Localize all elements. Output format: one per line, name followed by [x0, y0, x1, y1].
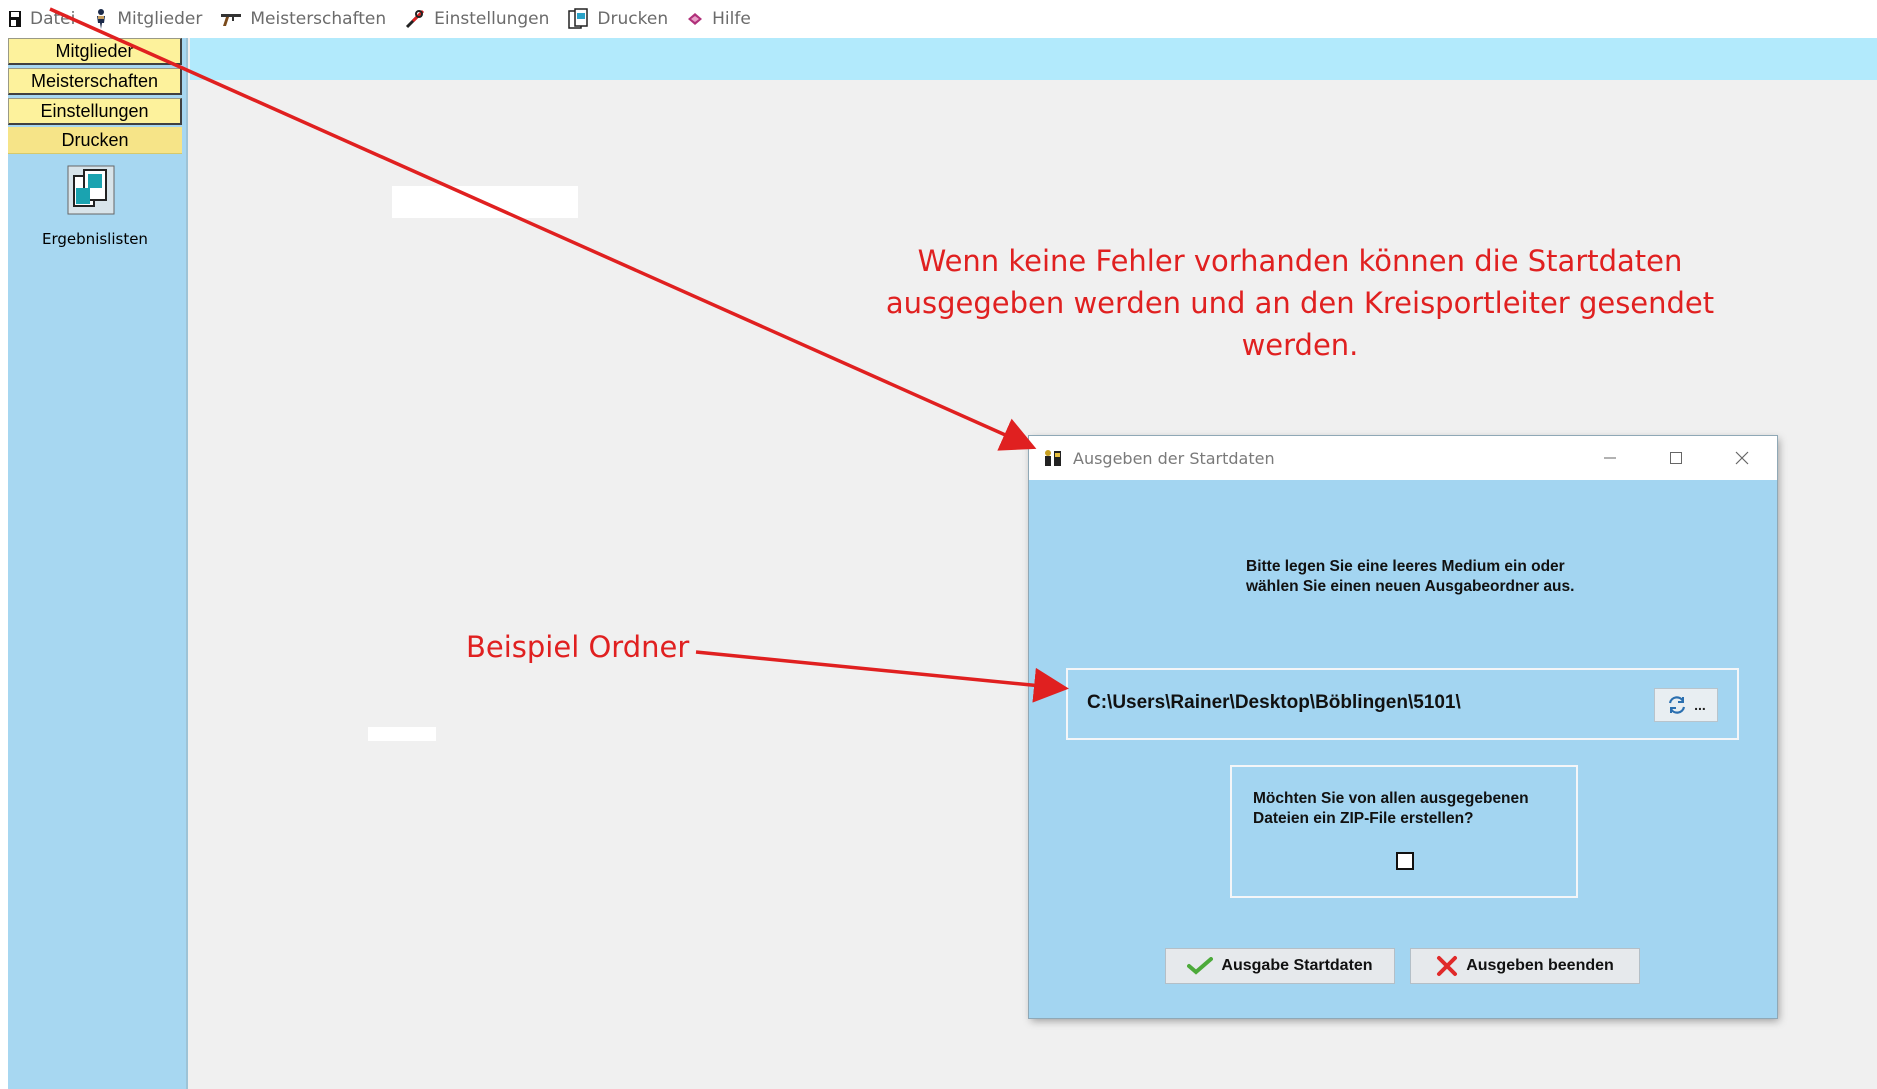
- refresh-icon: [1669, 696, 1686, 714]
- ergebnislisten-icon[interactable]: [66, 164, 116, 216]
- sidebar-button-drucken[interactable]: Drucken: [8, 127, 182, 154]
- menu-label: Datei: [30, 9, 76, 29]
- tools-icon: [404, 8, 426, 30]
- maximize-icon: [1670, 452, 1682, 464]
- sidebar-button-mitglieder[interactable]: Mitglieder: [8, 38, 182, 65]
- menu-label: Drucken: [597, 9, 669, 29]
- zip-option-group: Möchten Sie von allen ausgegebenen Datei…: [1230, 765, 1578, 898]
- cross-icon: [1437, 956, 1458, 976]
- menu-label: Einstellungen: [434, 9, 550, 29]
- app-icon: [1043, 448, 1063, 468]
- ausgeben-beenden-button[interactable]: Ausgeben beenden: [1410, 948, 1640, 984]
- person-icon: [93, 8, 109, 30]
- close-icon: [1735, 451, 1749, 465]
- output-folder-path[interactable]: C:\Users\Rainer\Desktop\Böblingen\5101\: [1087, 692, 1461, 714]
- print-document-icon: [567, 8, 589, 30]
- ok-label: Ausgabe Startdaten: [1221, 957, 1373, 974]
- output-folder-group: C:\Users\Rainer\Desktop\Böblingen\5101\ …: [1066, 668, 1739, 740]
- cancel-label: Ausgeben beenden: [1466, 957, 1614, 974]
- rifle-icon: [220, 10, 242, 28]
- menu-bar: Datei Mitglieder Meisterschaften Einstel…: [0, 0, 1877, 38]
- dialog-title: Ausgeben der Startdaten: [1073, 448, 1275, 468]
- menu-einstellungen[interactable]: Einstellungen: [396, 0, 559, 38]
- dialog-prompt: Bitte legen Sie eine leeres Medium ein o…: [1246, 558, 1575, 595]
- ergebnislisten-label[interactable]: Ergebnislisten: [8, 230, 182, 248]
- dialog-ausgeben-startdaten: Ausgeben der Startdaten Bitte legen Sie …: [1029, 436, 1777, 1018]
- menu-drucken[interactable]: Drucken: [559, 0, 678, 38]
- browse-label: ...: [1694, 697, 1706, 713]
- browse-folder-button[interactable]: ...: [1654, 688, 1718, 722]
- disk-icon: [8, 10, 22, 28]
- menu-label: Mitglieder: [117, 9, 203, 29]
- menu-label: Meisterschaften: [250, 9, 387, 29]
- menu-label: Hilfe: [712, 9, 751, 29]
- close-button[interactable]: [1709, 436, 1775, 480]
- maximize-button[interactable]: [1643, 436, 1709, 480]
- annotation-top-note: Wenn keine Fehler vorhanden können die S…: [885, 244, 1715, 362]
- dialog-titlebar[interactable]: Ausgeben der Startdaten: [1029, 436, 1777, 480]
- sidebar-button-einstellungen[interactable]: Einstellungen: [8, 98, 182, 125]
- minimize-button[interactable]: [1577, 436, 1643, 480]
- ausgabe-startdaten-button[interactable]: Ausgabe Startdaten: [1165, 948, 1395, 984]
- redaction-block: [392, 186, 578, 218]
- minimize-icon: [1604, 457, 1616, 459]
- sidebar: Mitglieder Meisterschaften Einstellungen…: [8, 38, 188, 1089]
- menu-hilfe[interactable]: Hilfe: [678, 0, 761, 38]
- menu-meisterschaften[interactable]: Meisterschaften: [212, 0, 396, 38]
- zip-question: Möchten Sie von allen ausgegebenen Datei…: [1253, 790, 1529, 827]
- redaction-block: [368, 727, 436, 741]
- annotation-folder-note: Beispiel Ordner: [466, 630, 690, 664]
- menu-mitglieder[interactable]: Mitglieder: [85, 0, 212, 38]
- menu-datei[interactable]: Datei: [0, 0, 85, 38]
- book-icon: [686, 11, 704, 27]
- top-strip: [190, 38, 1877, 80]
- checkmark-icon: [1187, 957, 1214, 975]
- sidebar-button-meisterschaften[interactable]: Meisterschaften: [8, 68, 182, 95]
- zip-checkbox[interactable]: [1396, 852, 1414, 870]
